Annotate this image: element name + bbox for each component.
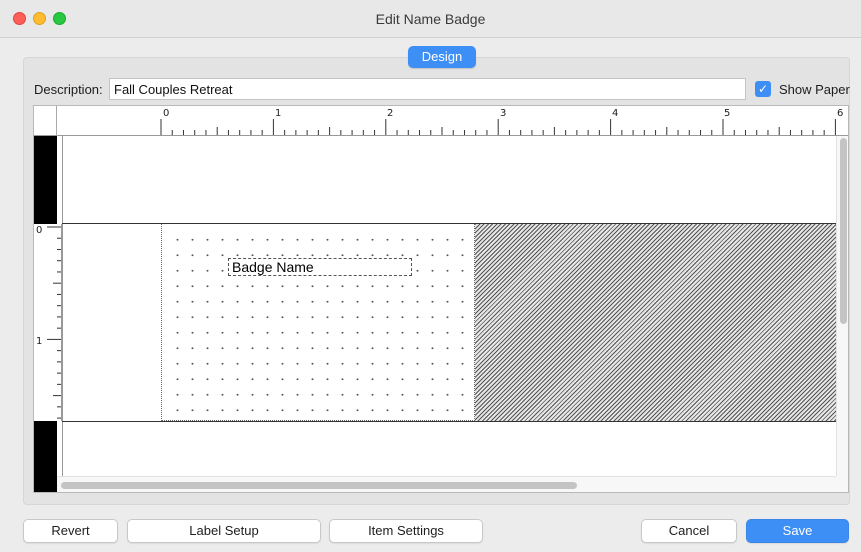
horizontal-scrollbar[interactable] bbox=[57, 476, 836, 492]
vertical-scrollbar[interactable] bbox=[836, 136, 848, 476]
cancel-button[interactable]: Cancel bbox=[641, 519, 737, 543]
vertical-ruler: 0 1 bbox=[34, 224, 62, 421]
show-paper-label[interactable]: Show Paper bbox=[779, 82, 850, 97]
ruler-number-3: 3 bbox=[500, 108, 507, 119]
horizontal-ruler: 0 1 2 3 4 5 6 bbox=[57, 106, 848, 136]
horizontal-scroll-thumb[interactable] bbox=[61, 482, 577, 489]
tab-design[interactable]: Design bbox=[408, 46, 476, 68]
ruler-number-6: 6 bbox=[837, 108, 844, 119]
badge-label-area[interactable] bbox=[161, 224, 475, 421]
badge-editor[interactable]: 0 1 2 3 4 5 6 0 1 Badge Name bbox=[33, 105, 849, 493]
title-bar: Edit Name Badge bbox=[0, 0, 861, 38]
description-label: Description: bbox=[34, 82, 103, 97]
ruler-number-0: 0 bbox=[163, 108, 170, 119]
vertical-scroll-thumb[interactable] bbox=[840, 138, 847, 324]
scroll-corner bbox=[836, 476, 848, 492]
label-setup-button[interactable]: Label Setup bbox=[127, 519, 321, 543]
vertical-ruler-number-1: 1 bbox=[36, 336, 43, 347]
ruler-corner bbox=[34, 106, 57, 136]
item-settings-button[interactable]: Item Settings bbox=[329, 519, 483, 543]
ruler-number-5: 5 bbox=[724, 108, 731, 119]
show-paper-checkbox[interactable]: ✓ bbox=[755, 81, 771, 97]
badge-name-field[interactable]: Badge Name bbox=[228, 258, 412, 276]
paper-outside-area bbox=[475, 224, 836, 421]
vertical-ruler-ticks bbox=[47, 226, 61, 419]
ruler-number-4: 4 bbox=[612, 108, 619, 119]
revert-button[interactable]: Revert bbox=[23, 519, 118, 543]
description-input[interactable] bbox=[109, 78, 746, 100]
save-button[interactable]: Save bbox=[746, 519, 849, 543]
window-title: Edit Name Badge bbox=[375, 11, 486, 27]
badge-name-text: Badge Name bbox=[232, 259, 314, 275]
label-bottom-edge bbox=[62, 421, 836, 422]
ruler-number-1: 1 bbox=[275, 108, 282, 119]
vertical-ruler-number-0: 0 bbox=[36, 225, 43, 236]
ruler-number-2: 2 bbox=[387, 108, 394, 119]
